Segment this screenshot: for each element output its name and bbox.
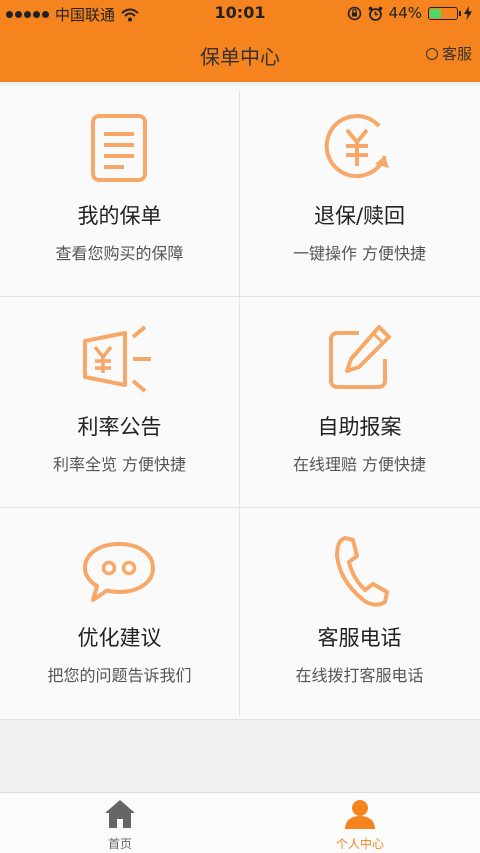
grid-item-title: 我的保单 [77,204,162,228]
grid-item-service-phone[interactable]: 客服电话 在线拨打客服电话 [240,508,479,718]
home-icon [105,800,135,828]
megaphone-icon [83,325,151,393]
tab-profile[interactable]: 个人中心 [240,793,480,853]
tab-label: 个人中心 [335,837,384,851]
grid-item-my-policy[interactable]: 我的保单 查看您购买的保障 [0,86,239,296]
customer-service-button[interactable]: 客服 [425,43,472,64]
edit-icon [329,325,391,389]
grid-item-subtitle: 查看您购买的保障 [55,244,184,263]
document-icon [91,114,147,182]
status-bar: 中国联通 10:01 44% [0,0,480,26]
grid-item-subtitle: 把您的问题告诉我们 [47,666,192,685]
battery-fill [430,8,441,18]
charging-bolt-icon [464,6,472,20]
chat-bubble-icon [83,542,155,602]
yuan-refund-icon [324,114,389,179]
tab-home[interactable]: 首页 [0,793,240,853]
grid-item-rate-notice[interactable]: 利率公告 利率全览 方便快捷 [0,297,239,507]
customer-service-label: 客服 [441,45,472,63]
grid-item-title: 优化建议 [77,626,162,650]
grid-item-subtitle: 在线理赔 方便快捷 [292,455,427,474]
grid-item-title: 利率公告 [77,415,162,439]
grid-item-surrender[interactable]: 退保/赎回 一键操作 方便快捷 [240,86,479,296]
phone-icon [335,536,389,607]
grid-item-self-report[interactable]: 自助报案 在线理赔 方便快捷 [240,297,479,507]
battery-percent: 44% [388,4,422,22]
grid-item-subtitle: 在线拨打客服电话 [295,666,424,685]
column-divider [239,90,240,716]
rotation-lock-icon [347,6,361,20]
grid-item-title: 自助报案 [317,415,402,439]
grid-item-subtitle: 利率全览 方便快捷 [52,455,187,474]
headset-icon [425,47,438,60]
nav-bar: 保单中心 客服 [0,26,480,82]
tab-bar: 首页 个人中心 [0,792,480,853]
status-right: 44% [347,4,472,22]
service-grid: 我的保单 查看您购买的保障 退保/赎回 一键操作 方便快捷 利率公告 利率全览 … [0,86,480,720]
alarm-icon [368,6,382,21]
page-title: 保单中心 [200,45,280,69]
grid-item-suggestion[interactable]: 优化建议 把您的问题告诉我们 [0,508,239,718]
battery-icon [428,6,461,20]
tab-label: 首页 [107,837,132,851]
grid-item-title: 退保/赎回 [313,204,406,228]
grid-item-subtitle: 一键操作 方便快捷 [292,244,427,263]
user-icon [345,800,375,829]
grid-item-title: 客服电话 [317,626,402,650]
